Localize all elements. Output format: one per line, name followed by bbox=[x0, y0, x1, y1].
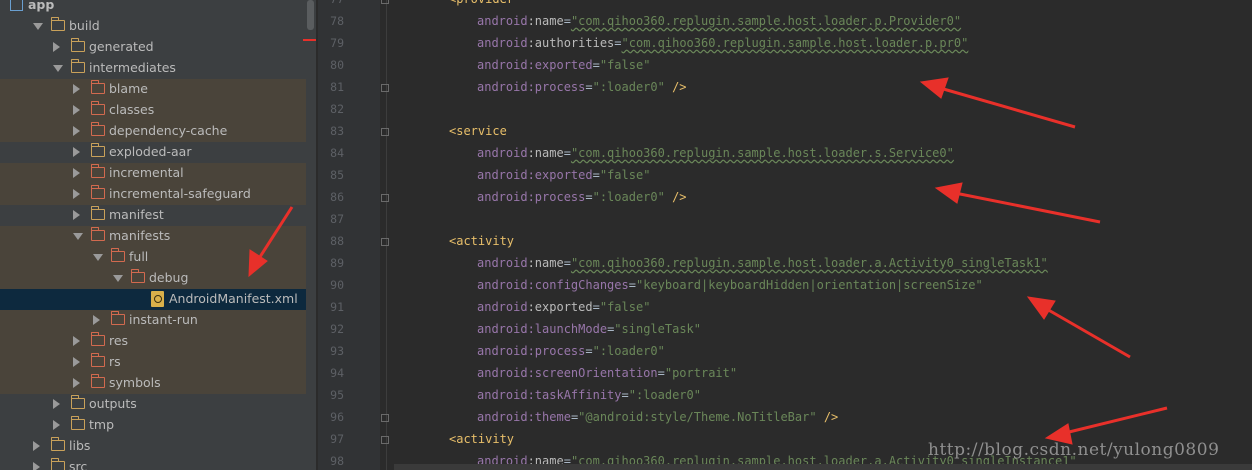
annotation-arrows bbox=[248, 39, 1168, 445]
line-number: 88 bbox=[330, 234, 344, 248]
line-number: 89 bbox=[330, 256, 344, 270]
line-number: 97 bbox=[330, 432, 344, 446]
fold-marker-icon[interactable] bbox=[381, 84, 389, 92]
annotation-arrow bbox=[1026, 296, 1131, 359]
line-number: 86 bbox=[330, 190, 344, 204]
line-number: 93 bbox=[330, 344, 344, 358]
line-number: 78 bbox=[330, 14, 344, 28]
change-marker bbox=[303, 39, 316, 41]
fold-marker-icon[interactable] bbox=[381, 238, 389, 246]
line-number: 98 bbox=[330, 454, 344, 468]
line-number: 96 bbox=[330, 410, 344, 424]
line-number: 82 bbox=[330, 102, 344, 116]
line-number: 83 bbox=[330, 124, 344, 138]
fold-marker-icon[interactable] bbox=[381, 414, 389, 422]
line-number: 91 bbox=[330, 300, 344, 314]
line-number: 84 bbox=[330, 146, 344, 160]
annotation-arrow bbox=[248, 206, 294, 278]
line-number: 95 bbox=[330, 388, 344, 402]
line-number: 80 bbox=[330, 58, 344, 72]
line-number: 94 bbox=[330, 366, 344, 380]
line-number: 79 bbox=[330, 36, 344, 50]
annotation-arrow bbox=[1044, 406, 1168, 445]
line-number: 90 bbox=[330, 278, 344, 292]
fold-marker-icon[interactable] bbox=[381, 436, 389, 444]
line-number: 92 bbox=[330, 322, 344, 336]
fold-marker-icon[interactable] bbox=[381, 0, 389, 4]
fold-marker-icon[interactable] bbox=[381, 194, 389, 202]
line-number: 81 bbox=[330, 80, 344, 94]
line-number: 85 bbox=[330, 168, 344, 182]
annotation-arrow bbox=[919, 77, 1076, 129]
line-number: 77 bbox=[318, 0, 344, 6]
line-number: 87 bbox=[330, 212, 344, 226]
annotation-arrow bbox=[934, 182, 1101, 224]
fold-marker-icon[interactable] bbox=[381, 128, 389, 136]
